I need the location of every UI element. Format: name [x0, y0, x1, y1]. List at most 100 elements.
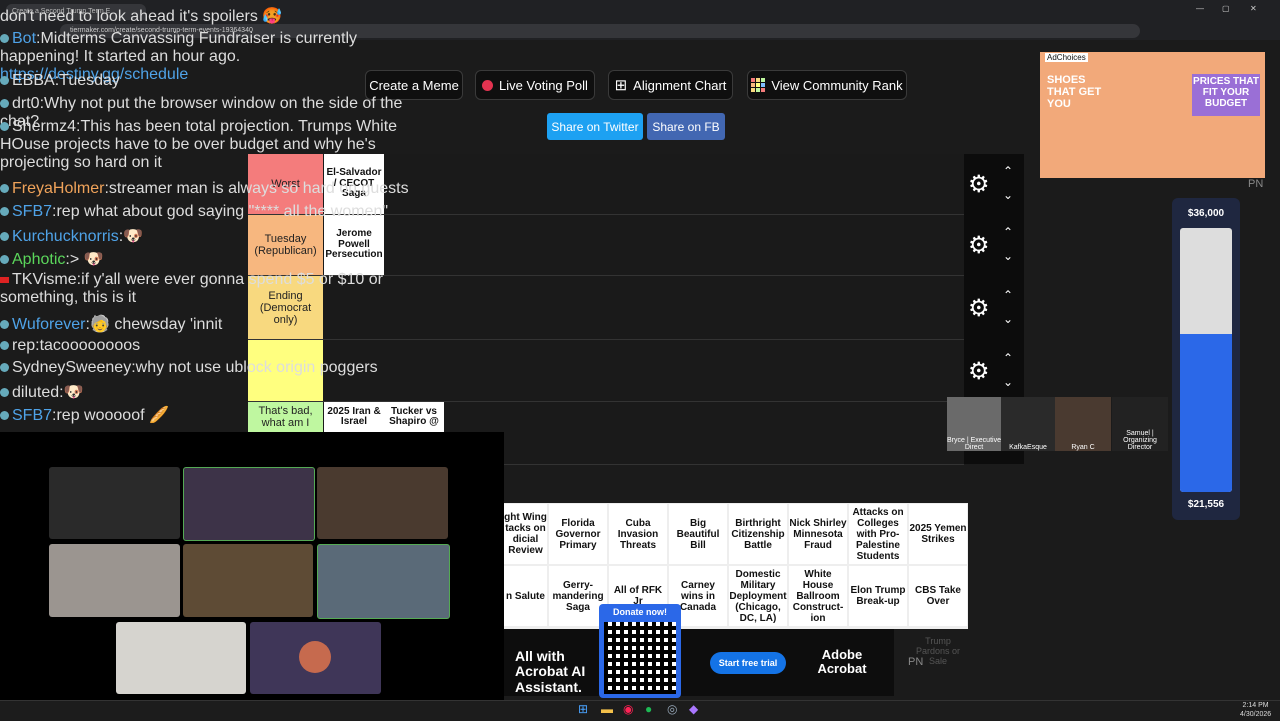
steam-icon[interactable]: ◎	[667, 702, 677, 716]
chat-username[interactable]: Shermz4	[12, 118, 76, 135]
chat-badge-icon	[0, 34, 9, 44]
ad-headline: SHOES THAT GET YOU	[1047, 74, 1107, 110]
chat-username[interactable]: TKVisme	[12, 271, 77, 288]
pool-card[interactable]: White House Ballroom Construct-ion	[789, 566, 847, 626]
chat-message: SFB7:rep what about god saying "**** all…	[0, 203, 430, 221]
record-icon	[482, 79, 494, 91]
chat-username[interactable]: SydneySweeney	[12, 359, 131, 376]
video-tile-guest[interactable]	[317, 544, 450, 619]
pool-card[interactable]: Birthright Citizenship Battle	[729, 504, 787, 564]
chat-username[interactable]: SFB7	[12, 407, 52, 424]
clock-time: 2:14 PM	[1242, 702, 1269, 709]
chat-username[interactable]: rep	[12, 337, 35, 354]
ad-headline: All with Acrobat AI Assistant.	[515, 648, 605, 695]
emote-icon: 🐶	[123, 228, 144, 245]
video-tile-screen[interactable]	[49, 467, 180, 539]
alignment-chart-button[interactable]: ⊞ Alignment Chart	[608, 70, 733, 100]
gear-icon[interactable]: ⚙	[968, 170, 990, 199]
gear-icon[interactable]: ⚙	[968, 231, 990, 260]
chat-username[interactable]: Aphotic	[12, 251, 65, 268]
spotify-icon[interactable]: ●	[645, 702, 652, 716]
maximize-icon[interactable]: ▢	[1222, 4, 1230, 13]
pool-card[interactable]: ght Wing tacks on dicial Review	[504, 504, 547, 564]
share-fb-button[interactable]: Share on FB	[647, 113, 725, 140]
pool-card[interactable]: Cuba Invasion Threats	[609, 504, 667, 564]
app-icon[interactable]: ◆	[689, 702, 698, 716]
chat-username[interactable]: SFB7	[12, 203, 52, 220]
chat-badge-icon	[0, 207, 9, 217]
pool-card-text: ght Wing tacks on dicial Review	[504, 512, 547, 556]
pool-card[interactable]: n Salute	[504, 566, 547, 626]
pool-card[interactable]: Florida Governor Primary	[549, 504, 607, 564]
chrome-icon[interactable]: ◉	[623, 702, 633, 716]
chat-username[interactable]: FreyaHolmer	[12, 180, 104, 197]
chat-username[interactable]: EBBA	[12, 72, 55, 89]
video-tile-host[interactable]	[183, 467, 315, 541]
community-rank-button[interactable]: View Community Rank	[747, 70, 907, 100]
chat-username[interactable]: Bot	[12, 30, 36, 47]
video-tile-guest[interactable]	[49, 544, 180, 617]
live-voting-button[interactable]: Live Voting Poll	[475, 70, 595, 100]
ad-price-panel: PRICES THAT FIT YOUR BUDGET	[1192, 74, 1260, 116]
taskbar	[0, 700, 1280, 721]
windows-start-icon[interactable]: ⊞	[578, 702, 588, 716]
pool-card[interactable]: Attacks on Colleges with Pro-Palestine S…	[849, 504, 907, 564]
pool-card[interactable]: Elon Trump Break-up	[849, 566, 907, 626]
participant-tile[interactable]: KafkaEsque	[1001, 397, 1055, 451]
gear-icon[interactable]: ⚙	[968, 294, 990, 323]
goal-bottom-label: $21,556	[1172, 499, 1240, 510]
goal-top-text: $36,000	[1187, 208, 1225, 219]
chat-text: rep what about god saying "**** all the …	[56, 203, 389, 220]
chevron-down-icon[interactable]: ⌄	[1003, 375, 1013, 389]
chevron-up-icon[interactable]: ⌃	[1003, 164, 1013, 178]
participant-tile[interactable]: Ryan C	[1055, 397, 1111, 451]
chat-message: diluted:🐶	[0, 382, 430, 402]
pool-card[interactable]: 2025 Yemen Strikes	[909, 504, 967, 564]
chevron-down-icon[interactable]: ⌄	[1003, 312, 1013, 326]
ad-price-text: PRICES THAT FIT YOUR BUDGET	[1193, 76, 1259, 109]
pool-card[interactable]: CBS Take Over	[909, 566, 967, 626]
pn-text: PN	[908, 656, 924, 668]
share-fb-label: Share on FB	[652, 119, 720, 134]
video-tile-avatar[interactable]	[116, 622, 246, 694]
chat-badge-icon	[0, 232, 9, 242]
chat-username[interactable]: drt0	[12, 95, 40, 112]
participant-tile[interactable]: Samuel | Organizing Director	[1112, 397, 1168, 451]
chat-message: Aphotic:> 🐶	[0, 249, 430, 269]
participant-name: Bryce | Executive Direct	[947, 437, 1001, 451]
grid-icon: ⊞	[614, 77, 628, 94]
chat-message: rep:tacoooooooos	[0, 337, 430, 355]
chevron-up-icon[interactable]: ⌃	[1003, 225, 1013, 239]
pn-text: PN	[1248, 178, 1264, 190]
minimize-icon[interactable]: —	[1196, 4, 1204, 13]
participant-tile[interactable]: Bryce | Executive Direct	[947, 397, 1001, 451]
chat-text: streamer man is always so hard on guests	[108, 180, 409, 197]
chevron-down-icon[interactable]: ⌄	[1003, 249, 1013, 263]
chat-text: tacoooooooos	[39, 337, 141, 354]
adchoices-label[interactable]: AdChoices	[1045, 53, 1088, 62]
pool-card-text: Birthright Citizenship Battle	[731, 517, 785, 551]
chat-text: Midterms Canvassing Fundraiser is curren…	[0, 30, 358, 65]
close-icon[interactable]: ✕	[1250, 4, 1257, 13]
chevron-up-icon[interactable]: ⌃	[1003, 351, 1013, 365]
taskbar-clock[interactable]: 2:14 PM 4/30/2026	[1240, 701, 1271, 719]
pool-card[interactable]: Nick Shirley Minnesota Fraud	[789, 504, 847, 564]
chat-username[interactable]: Wuforever	[12, 316, 86, 333]
chevron-down-icon[interactable]: ⌄	[1003, 188, 1013, 202]
pool-card[interactable]: Big Beautiful Bill	[669, 504, 727, 564]
chat-username[interactable]: diluted	[12, 384, 59, 401]
chat-message: SFB7:rep wooooof 🥖	[0, 405, 430, 425]
pool-card-text: Elon Trump Break-up	[850, 585, 906, 607]
chat-username[interactable]: Kurchucknorris	[12, 228, 119, 245]
pool-card[interactable]: Domestic Military Deployment (Chicago, D…	[729, 566, 787, 626]
gear-icon[interactable]: ⚙	[968, 357, 990, 386]
file-explorer-icon[interactable]: ▬	[601, 702, 613, 716]
color-grid-icon	[751, 78, 766, 92]
video-tile-guest[interactable]	[183, 544, 313, 617]
video-tile-guest[interactable]	[317, 467, 448, 539]
chevron-up-icon[interactable]: ⌃	[1003, 288, 1013, 302]
chat-text: why not use ublock origin poggers	[135, 359, 378, 376]
share-twitter-button[interactable]: Share on Twitter	[547, 113, 643, 140]
pool-card-text: Attacks on Colleges with Pro-Palestine S…	[852, 506, 904, 562]
start-trial-button[interactable]: Start free trial	[710, 652, 786, 674]
